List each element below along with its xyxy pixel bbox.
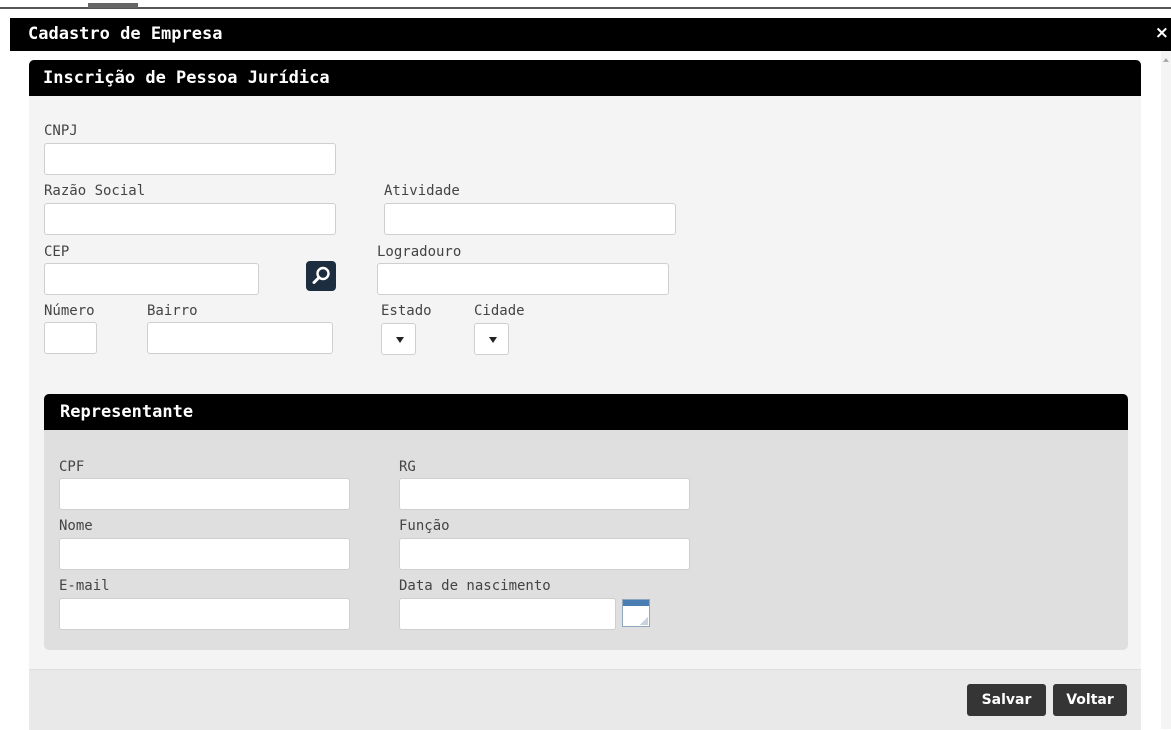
atividade-input[interactable] <box>384 203 676 235</box>
razao-social-input[interactable] <box>44 203 336 235</box>
cidade-label: Cidade <box>474 303 525 319</box>
rg-label: RG <box>399 459 416 475</box>
email-input[interactable] <box>59 598 350 630</box>
cnpj-label: CNPJ <box>44 123 78 139</box>
modal-scrollbar[interactable] <box>1161 51 1171 729</box>
logradouro-label: Logradouro <box>377 244 462 260</box>
rg-input[interactable] <box>399 478 690 510</box>
funcao-input[interactable] <box>399 538 690 570</box>
numero-label: Número <box>44 303 95 319</box>
logradouro-input[interactable] <box>377 263 669 295</box>
calendar-icon-fold <box>640 617 648 625</box>
bairro-input[interactable] <box>147 322 333 354</box>
company-panel-header: Inscrição de Pessoa Jurídica <box>29 60 1141 96</box>
atividade-label: Atividade <box>384 183 460 199</box>
cep-search-button[interactable] <box>306 261 336 291</box>
cpf-label: CPF <box>59 459 85 475</box>
background-divider <box>0 7 1171 9</box>
modal-header: Cadastro de Empresa × <box>10 18 1171 51</box>
save-button[interactable]: Salvar <box>967 684 1046 716</box>
cnpj-input[interactable] <box>44 143 336 175</box>
search-icon <box>312 266 330 284</box>
chevron-down-icon <box>489 337 497 343</box>
cep-label: CEP <box>44 244 70 260</box>
estado-label: Estado <box>381 303 432 319</box>
cep-input[interactable] <box>44 263 259 295</box>
razao-social-label: Razão Social <box>44 183 146 199</box>
company-panel-title: Inscrição de Pessoa Jurídica <box>43 68 330 88</box>
background-page-edge <box>0 0 1171 9</box>
close-icon[interactable]: × <box>1155 23 1169 43</box>
nome-input[interactable] <box>59 538 350 570</box>
data-nascimento-label: Data de nascimento <box>399 578 551 594</box>
chevron-down-icon <box>396 337 404 343</box>
estado-select[interactable] <box>381 323 416 355</box>
calendar-icon[interactable] <box>622 599 650 627</box>
calendar-icon-header <box>623 600 649 606</box>
bairro-label: Bairro <box>147 303 198 319</box>
back-button[interactable]: Voltar <box>1053 684 1127 716</box>
representative-panel-header: Representante <box>44 394 1128 430</box>
funcao-label: Função <box>399 518 450 534</box>
cpf-input[interactable] <box>59 478 350 510</box>
modal-title: Cadastro de Empresa <box>28 24 223 44</box>
scroll-up-arrow-icon[interactable] <box>1163 58 1169 62</box>
background-tab <box>88 3 138 8</box>
nome-label: Nome <box>59 518 93 534</box>
representative-panel-title: Representante <box>60 402 194 422</box>
data-nascimento-input[interactable] <box>399 598 616 630</box>
email-label: E-mail <box>59 578 110 594</box>
cidade-select[interactable] <box>474 323 509 355</box>
numero-input[interactable] <box>44 322 97 354</box>
